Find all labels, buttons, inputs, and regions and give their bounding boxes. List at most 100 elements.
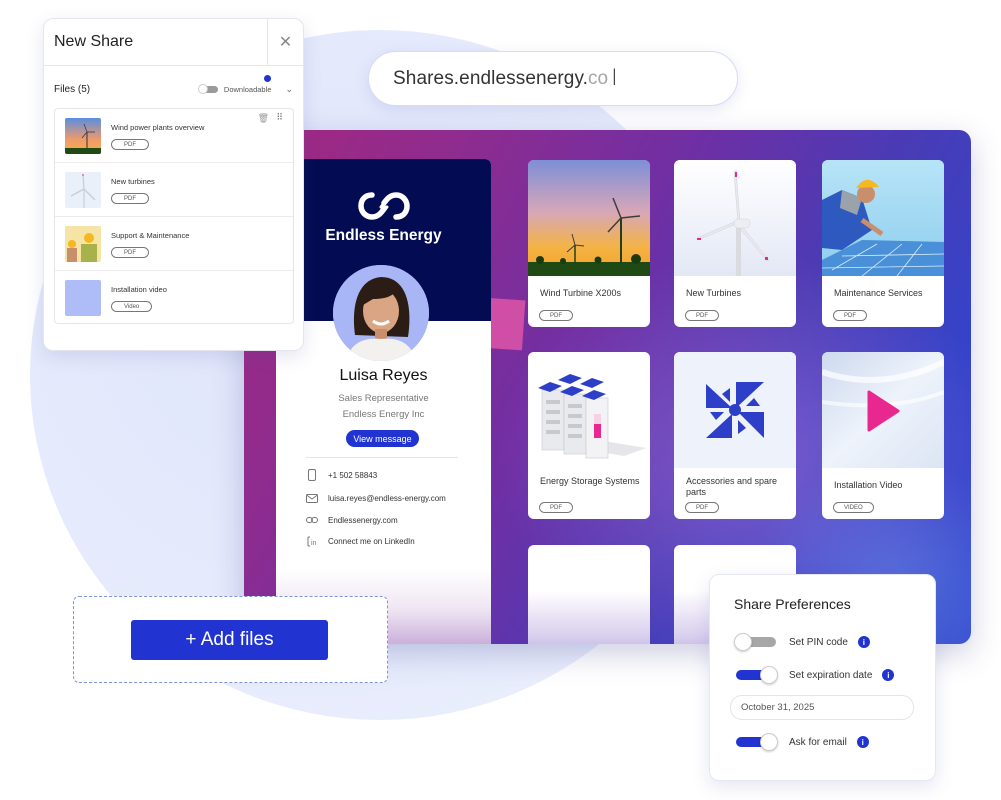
files-count-label: Files (5) [54, 83, 91, 95]
downloadable-label: Downloadable [223, 84, 272, 94]
file-list: Wind power plants overview PDF 🗑 ⠿ New t… [54, 108, 294, 324]
add-files-button[interactable]: + Add files [131, 620, 328, 660]
info-icon[interactable]: i [856, 736, 869, 748]
share-url-input[interactable]: Shares.endlessenergy. co I [368, 51, 738, 106]
brand-name: Endless Energy [325, 227, 442, 244]
tile-title: Accessories and spare parts [686, 476, 778, 497]
tile-maintenance[interactable]: Maintenance Services PDF [822, 160, 944, 327]
contact-text: +1 502 58843 [328, 470, 378, 480]
white-turbine-image [674, 160, 796, 276]
profile-company: Endless Energy Inc [342, 409, 425, 420]
phone-icon [306, 469, 318, 481]
tile-accessories[interactable]: Accessories and spare parts PDF [674, 352, 796, 519]
tile-installation-video[interactable]: Installation Video VIDEO [822, 352, 944, 519]
file-type-badge: PDF [685, 310, 719, 321]
tile-title: Installation Video [834, 480, 903, 490]
pin-code-row: Set PIN code i [734, 633, 870, 651]
tile-title: Wind Turbine X200s [540, 288, 622, 298]
add-files-dropzone[interactable]: + Add files [73, 596, 388, 683]
wind-turbine-sunset-image [528, 160, 650, 276]
tile-thumbnail [674, 352, 796, 468]
contact-website[interactable]: Endlessenergy.com [306, 514, 398, 526]
panel-title: New Share [54, 33, 134, 50]
new-share-panel: New Share ✕ Files (5) Downloadable ⌄ Win… [43, 18, 304, 351]
tile-title: New Turbines [686, 288, 742, 298]
tile-thumbnail [822, 352, 944, 468]
profile-card: Endless Energy Luisa Reyes Sales Represe… [276, 159, 491, 644]
url-autocomplete-hint: co [588, 67, 609, 89]
contact-text: Connect me on LinkedIn [328, 536, 415, 546]
list-item[interactable]: Support & Maintenance PDF [55, 217, 293, 271]
downloadable-toggle[interactable] [197, 83, 218, 94]
pinwheel-icon [674, 352, 796, 468]
file-thumbnail [65, 172, 101, 208]
avatar-photo [333, 265, 429, 361]
file-type-badge: VIDEO [833, 502, 874, 513]
file-name: New turbines [111, 177, 155, 186]
chevron-down-icon[interactable]: ⌄ [285, 84, 293, 95]
tile-title: Energy Storage Systems [540, 476, 640, 486]
file-name: Installation video [111, 285, 167, 294]
expiration-date-field[interactable]: October 31, 2025 [730, 695, 914, 720]
trash-icon[interactable]: 🗑 [258, 113, 269, 124]
file-name: Support & Maintenance [111, 231, 190, 240]
ask-email-label: Ask for email [789, 736, 847, 748]
tile-wind-turbine[interactable]: Wind Turbine X200s PDF [528, 160, 650, 327]
list-item[interactable]: Installation video Video [55, 271, 293, 325]
info-icon[interactable]: i [882, 669, 895, 681]
contact-email[interactable]: luisa.reyes@endless-energy.com [306, 492, 446, 504]
file-type-badge: PDF [685, 502, 719, 513]
energy-storage-illustration [528, 352, 650, 468]
file-type-badge: PDF [111, 193, 149, 204]
drag-handle-icon[interactable]: ⠿ [276, 112, 283, 123]
contact-phone[interactable]: +1 502 58843 [306, 469, 377, 481]
tile-placeholder [528, 545, 650, 644]
link-icon [306, 514, 318, 526]
tile-new-turbines[interactable]: New Turbines PDF [674, 160, 796, 327]
tile-thumbnail [674, 160, 796, 276]
pin-code-toggle[interactable] [734, 633, 778, 651]
tile-thumbnail [528, 352, 650, 468]
file-name: Wind power plants overview [111, 123, 205, 132]
panel-title: Share Preferences [734, 596, 851, 612]
contact-text: luisa.reyes@endless-energy.com [328, 493, 446, 503]
play-icon[interactable] [866, 390, 900, 432]
text-cursor-icon: I [611, 66, 618, 91]
solar-worker-image [822, 160, 944, 276]
file-type-badge: PDF [539, 502, 573, 513]
info-icon[interactable]: i [857, 636, 870, 648]
list-item[interactable]: Wind power plants overview PDF 🗑 ⠿ [55, 109, 293, 163]
tile-thumbnail [528, 160, 650, 276]
share-page-preview: Endless Energy Luisa Reyes Sales Represe… [244, 130, 971, 644]
file-thumbnail [65, 280, 101, 316]
contact-linkedin[interactable]: in Connect me on LinkedIn [306, 535, 415, 547]
mail-icon [306, 492, 318, 504]
ask-email-row: Ask for email i [734, 733, 869, 751]
contact-text: Endlessenergy.com [328, 515, 398, 525]
list-item[interactable]: New turbines PDF [55, 163, 293, 217]
file-thumbnail [65, 226, 101, 262]
close-icon[interactable]: ✕ [267, 19, 303, 66]
expiration-row: Set expiration date i [734, 666, 895, 684]
panel-header: New Share ✕ [44, 19, 303, 66]
files-header: Files (5) Downloadable ⌄ [54, 79, 293, 99]
tile-thumbnail [822, 160, 944, 276]
expiration-toggle[interactable] [734, 666, 778, 684]
file-type-badge: PDF [111, 247, 149, 258]
tile-title: Maintenance Services [834, 288, 923, 298]
divider [306, 457, 458, 458]
file-type-badge: PDF [111, 139, 149, 150]
avatar [333, 265, 429, 361]
file-type-badge: Video [111, 301, 153, 312]
linkedin-icon: in [306, 535, 318, 547]
pin-code-label: Set PIN code [789, 636, 848, 648]
file-type-badge: PDF [539, 310, 573, 321]
file-type-badge: PDF [833, 310, 867, 321]
expiration-label: Set expiration date [789, 669, 873, 681]
ask-email-toggle[interactable] [734, 733, 778, 751]
view-message-button[interactable]: View message [346, 430, 419, 447]
profile-role: Sales Representative [338, 393, 429, 404]
tile-energy-storage[interactable]: Energy Storage Systems PDF [528, 352, 650, 519]
endless-energy-logo-icon [357, 192, 410, 220]
url-typed-text: Shares.endlessenergy. [393, 67, 589, 89]
